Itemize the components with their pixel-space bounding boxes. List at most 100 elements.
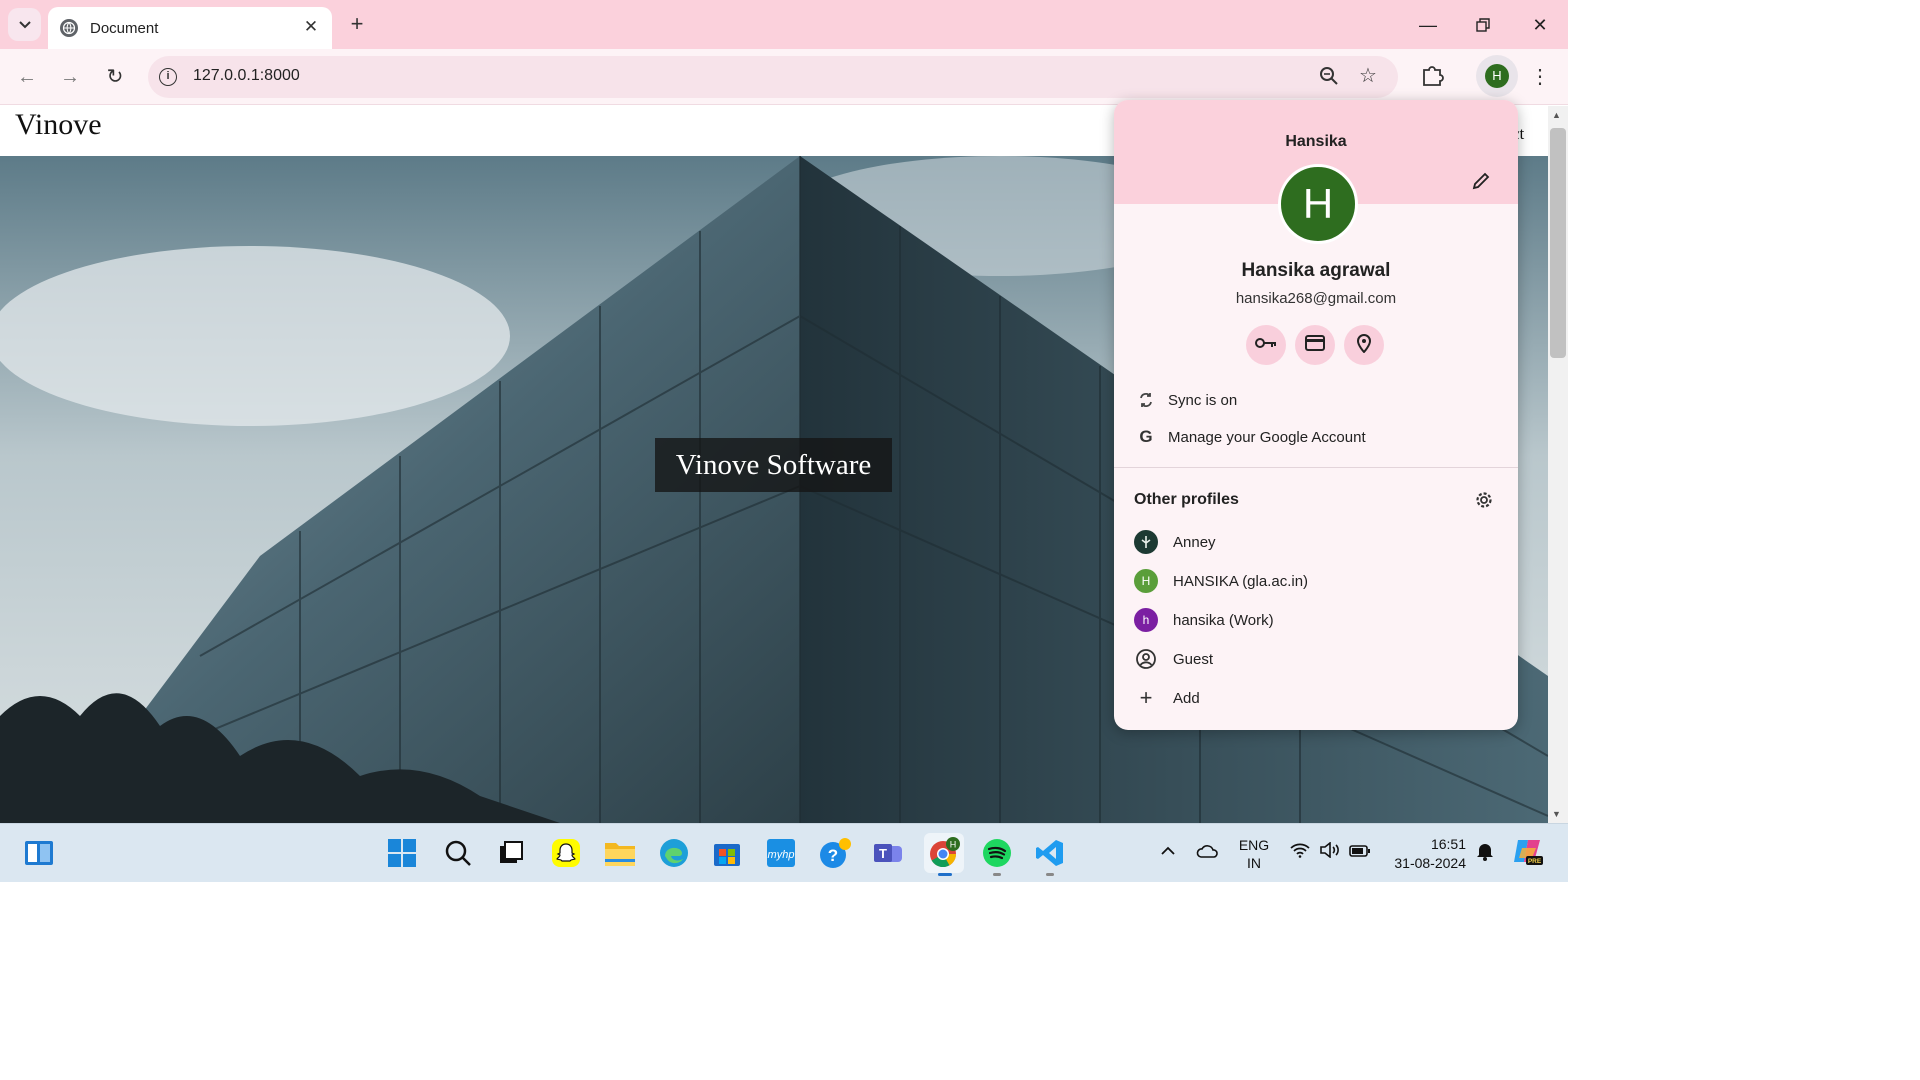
widgets-icon[interactable] xyxy=(22,836,56,870)
guest-icon xyxy=(1134,647,1158,671)
spotify-running-indicator xyxy=(993,873,1001,876)
scroll-up-icon[interactable]: ▲ xyxy=(1552,110,1561,120)
profile-row-guest[interactable]: Guest xyxy=(1114,642,1518,676)
address-bar[interactable]: i 127.0.0.1:8000 ☆ xyxy=(148,56,1398,98)
addresses-button[interactable] xyxy=(1344,325,1384,365)
language-label: ENG xyxy=(1238,837,1270,853)
gla-avatar-wrap: H xyxy=(1134,569,1158,593)
location-icon xyxy=(1356,333,1372,358)
profile-avatar: H xyxy=(1278,164,1358,244)
start-icon[interactable] xyxy=(385,836,419,870)
wifi-icon[interactable] xyxy=(1290,842,1310,861)
sync-row[interactable]: Sync is on xyxy=(1114,383,1518,417)
chevron-up-icon[interactable] xyxy=(1160,843,1176,859)
time-label: 16:51 xyxy=(1430,836,1466,852)
card-icon xyxy=(1305,334,1325,356)
svg-text:myhp: myhp xyxy=(768,849,795,861)
tab-search-icon[interactable] xyxy=(8,8,41,41)
battery-icon[interactable] xyxy=(1349,844,1371,860)
microsoft-store-icon[interactable] xyxy=(710,836,744,870)
manage-account-label: Manage your Google Account xyxy=(1168,428,1366,446)
svg-text:PRE: PRE xyxy=(1528,858,1542,865)
add-icon: + xyxy=(1139,685,1153,710)
url-text[interactable]: 127.0.0.1:8000 xyxy=(193,67,300,85)
manage-account-row[interactable]: G Manage your Google Account xyxy=(1114,420,1518,454)
date-label: 31-08-2024 xyxy=(1394,855,1466,871)
forward-icon[interactable]: → xyxy=(55,62,85,92)
plus-icon[interactable]: + xyxy=(344,12,370,38)
payment-methods-button[interactable] xyxy=(1295,325,1335,365)
star-icon[interactable]: ☆ xyxy=(1359,63,1377,88)
edge-icon[interactable] xyxy=(657,836,691,870)
other-profiles-title: Other profiles xyxy=(1134,491,1239,508)
taskbar: myhp ? T H ENG IN 16:51 31-08-2024 PRE xyxy=(0,823,1568,882)
profile-row-gla[interactable]: H HANSIKA (gla.ac.in) xyxy=(1114,564,1518,598)
profile-row-anney[interactable]: Anney xyxy=(1114,525,1518,559)
toolbar: ← → ↻ i 127.0.0.1:8000 ☆ H ⋮ xyxy=(0,49,1568,105)
hero-title: Vinove Software xyxy=(655,438,892,492)
globe-icon xyxy=(60,19,78,37)
sync-label: Sync is on xyxy=(1168,391,1238,409)
region-label: IN xyxy=(1247,855,1261,871)
info-icon[interactable]: i xyxy=(159,68,177,86)
extensions-icon[interactable] xyxy=(1419,62,1445,88)
profile-name-work: hansika (Work) xyxy=(1173,611,1274,629)
add-profile-row[interactable]: + Add xyxy=(1114,681,1518,715)
get-help-icon[interactable]: ? xyxy=(818,836,852,870)
profile-menu: Hansika H Hansika agrawal hansika268@gma… xyxy=(1114,100,1518,730)
vscode-running-indicator xyxy=(1046,873,1054,876)
svg-text:T: T xyxy=(879,846,887,861)
snapchat-icon[interactable] xyxy=(549,836,583,870)
title-bar: Document ✕ + — ✕ xyxy=(0,0,1568,49)
close-icon[interactable]: ✕ xyxy=(300,16,322,38)
avatar: h xyxy=(1134,608,1158,632)
key-icon xyxy=(1255,336,1277,355)
search-icon[interactable] xyxy=(441,836,475,870)
gear-icon[interactable] xyxy=(1474,490,1496,512)
scrollbar-thumb[interactable] xyxy=(1550,128,1566,358)
chrome-icon[interactable]: H xyxy=(924,833,964,873)
edit-icon[interactable] xyxy=(1470,170,1492,192)
profile-row-work[interactable]: h hansika (Work) xyxy=(1114,603,1518,637)
work-avatar-wrap: h xyxy=(1134,608,1158,632)
svg-text:H: H xyxy=(950,840,957,850)
copilot-icon[interactable]: PRE xyxy=(1512,836,1544,869)
onedrive-icon[interactable] xyxy=(1196,842,1220,863)
profile-name-anney: Anney xyxy=(1173,533,1216,551)
file-explorer-icon[interactable] xyxy=(603,836,637,870)
tab-document[interactable]: Document ✕ xyxy=(48,7,332,49)
google-icon: G xyxy=(1139,427,1153,446)
svg-text:?: ? xyxy=(828,846,838,865)
spotify-icon[interactable] xyxy=(980,836,1014,870)
divider xyxy=(1114,467,1518,468)
clock[interactable]: 16:51 31-08-2024 xyxy=(1388,835,1466,873)
passwords-button[interactable] xyxy=(1246,325,1286,365)
teams-icon[interactable]: T xyxy=(871,836,905,870)
profile-name-gla: HANSIKA (gla.ac.in) xyxy=(1173,572,1309,590)
back-icon[interactable]: ← xyxy=(12,62,42,92)
profile-name-guest: Guest xyxy=(1173,650,1214,668)
profile-email: hansika268@gmail.com xyxy=(1235,290,1397,307)
scroll-down-icon[interactable]: ▼ xyxy=(1552,809,1561,819)
add-profile-label: Add xyxy=(1173,689,1200,707)
profile-button[interactable]: H xyxy=(1476,55,1518,97)
task-view-icon[interactable] xyxy=(494,836,528,870)
avatar: H xyxy=(1134,569,1158,593)
more-icon[interactable]: ⋮ xyxy=(1530,62,1550,92)
vscode-icon[interactable] xyxy=(1033,836,1067,870)
zoom-icon[interactable] xyxy=(1318,65,1340,87)
notification-bell-icon[interactable] xyxy=(1476,841,1494,864)
avatar: H xyxy=(1485,64,1509,88)
restore-icon[interactable] xyxy=(1470,12,1496,38)
myhp-icon[interactable]: myhp xyxy=(764,836,798,870)
profile-name: Hansika xyxy=(1285,133,1347,150)
profile-full-name: Hansika agrawal xyxy=(1241,260,1391,281)
sync-icon xyxy=(1134,388,1158,412)
anney-avatar xyxy=(1134,530,1158,554)
reload-icon[interactable]: ↻ xyxy=(100,62,130,92)
window-close-icon[interactable]: ✕ xyxy=(1527,12,1553,38)
scrollbar[interactable]: ▲ ▼ xyxy=(1548,106,1568,823)
volume-icon[interactable] xyxy=(1319,841,1341,861)
minimize-icon[interactable]: — xyxy=(1415,12,1441,38)
language-indicator[interactable]: ENG IN xyxy=(1238,836,1270,872)
